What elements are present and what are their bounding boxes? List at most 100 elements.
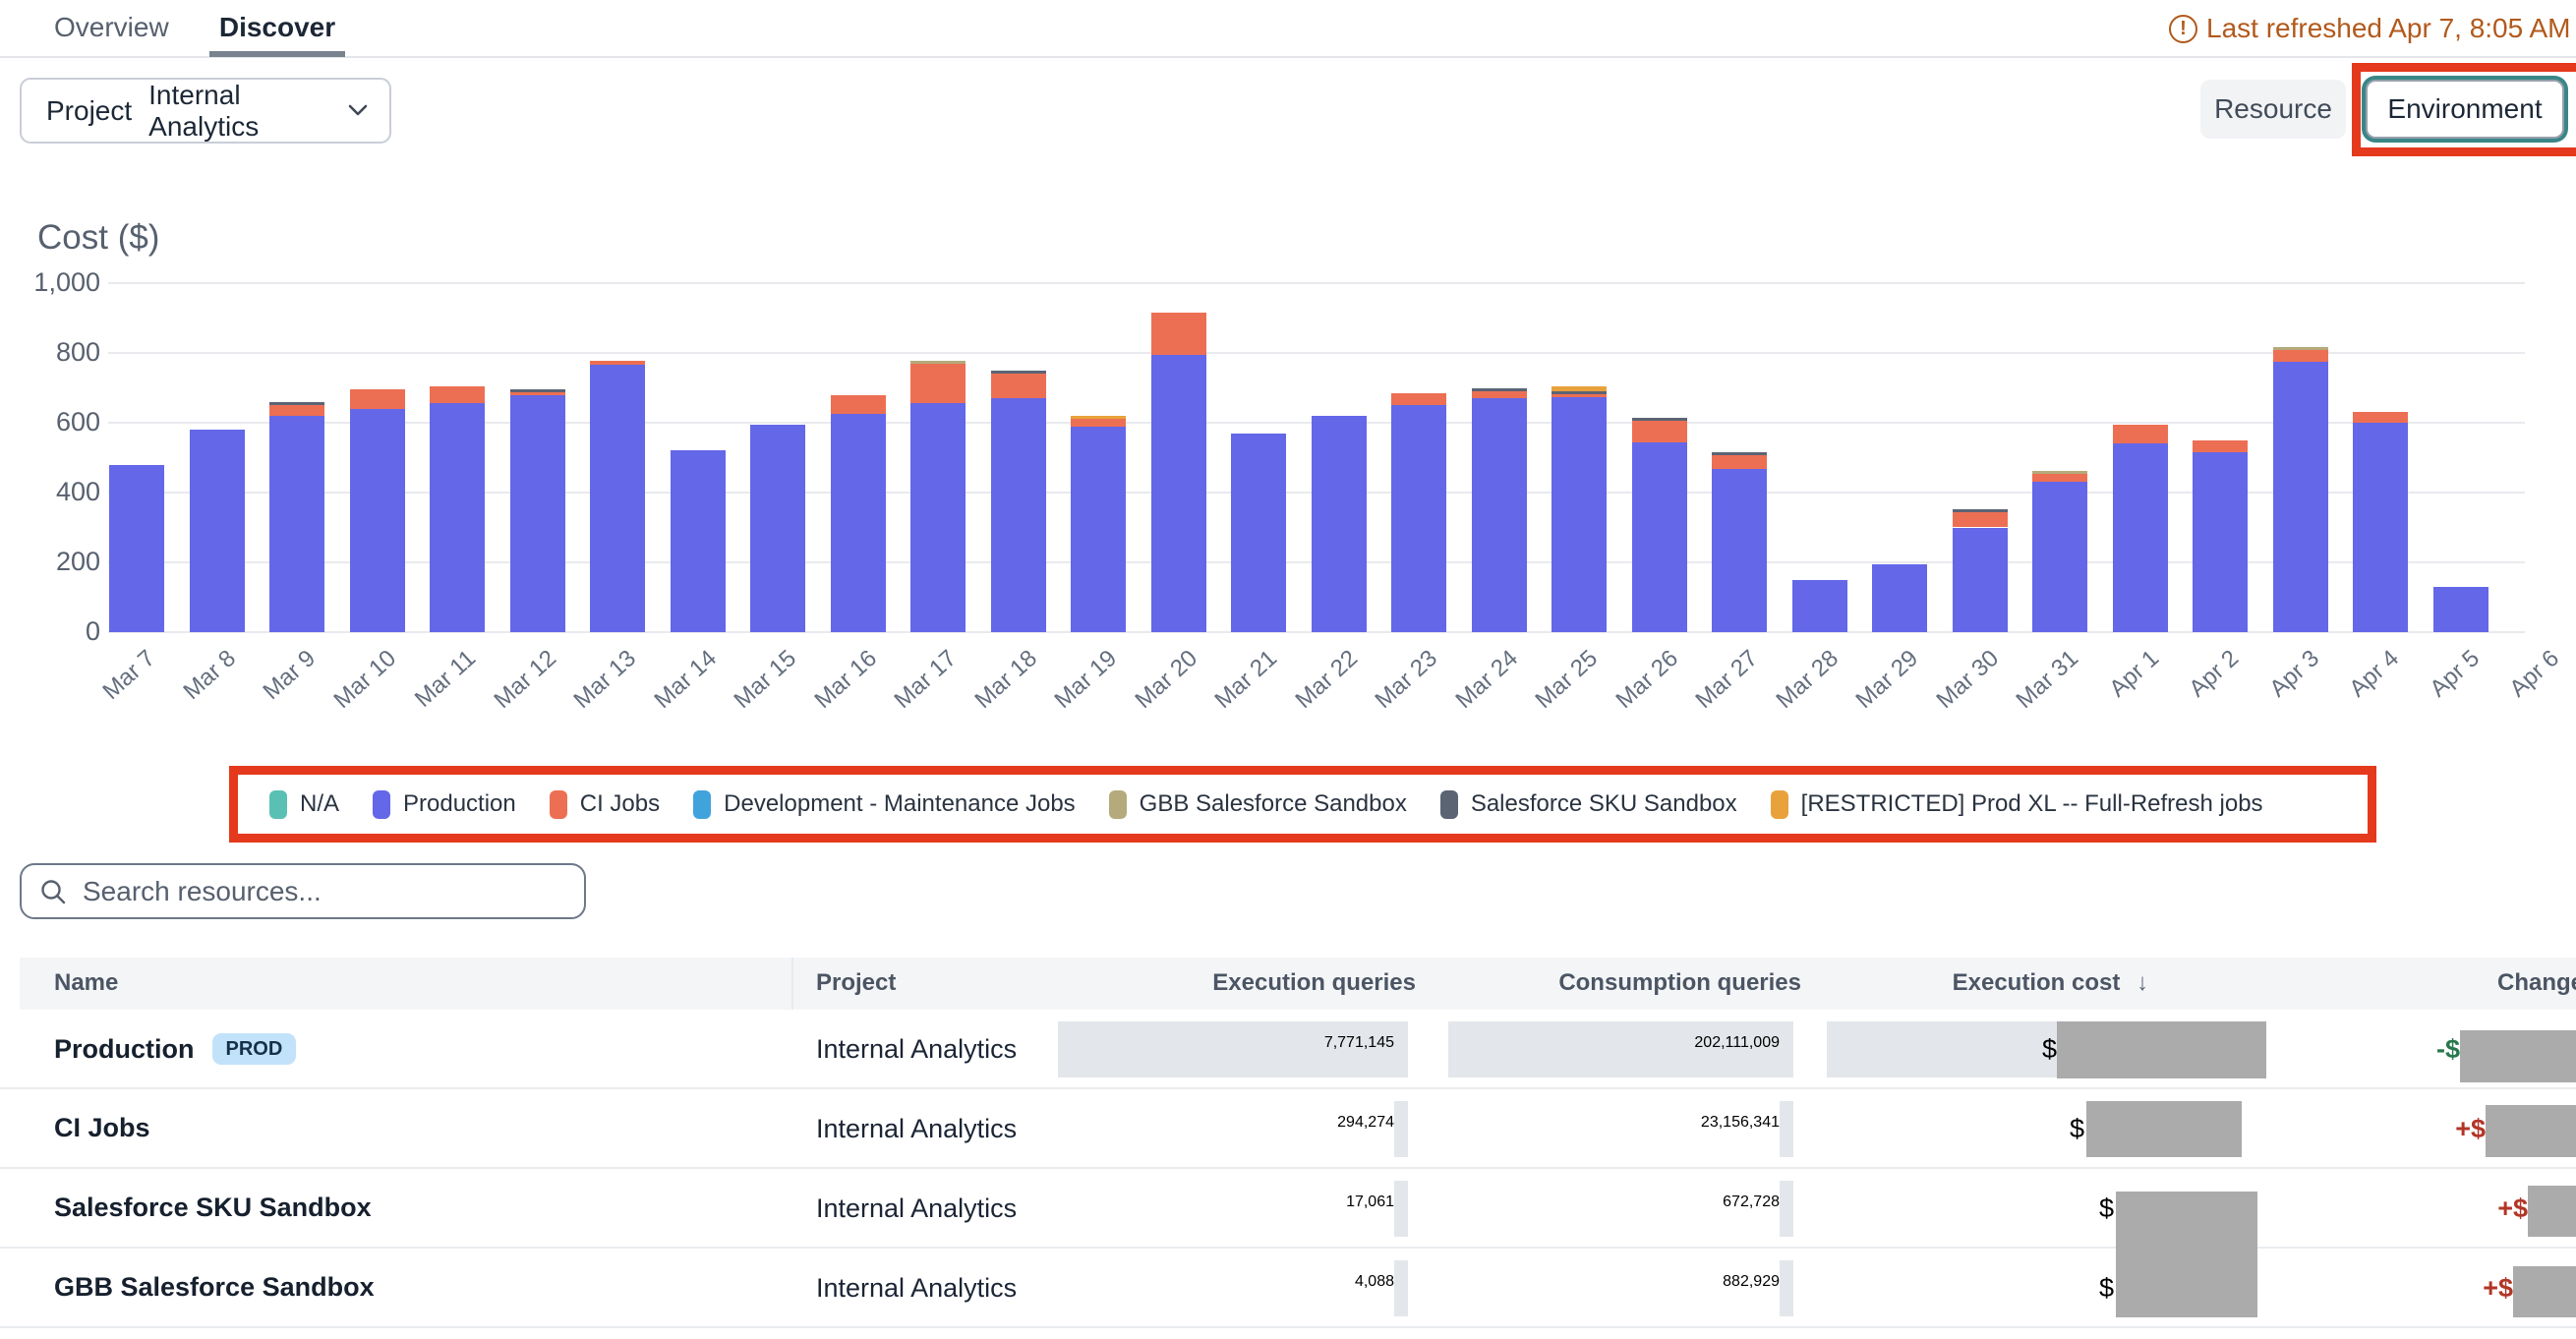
group-by-environment-button[interactable]: Environment bbox=[2366, 80, 2564, 139]
column-header-change[interactable]: Change bbox=[2191, 969, 2576, 997]
x-axis-tick-label: Mar 19 bbox=[1024, 645, 1122, 737]
bar-segment-production bbox=[1953, 528, 2008, 633]
bar-segment-salesforce-sku-sandbox bbox=[510, 389, 565, 392]
change-prefix: +$ bbox=[2434, 1273, 2513, 1304]
x-axis-tick-label: Mar 21 bbox=[1184, 645, 1282, 737]
x-axis-tick-label: Mar 26 bbox=[1585, 645, 1683, 737]
legend-swatch bbox=[1440, 790, 1458, 819]
bar-segment-gbb-salesforce-sandbox bbox=[2032, 471, 2087, 474]
execution-queries-databar bbox=[1394, 1101, 1408, 1157]
x-axis-tick-label: Mar 15 bbox=[703, 645, 801, 737]
bar-segment-production bbox=[1632, 442, 1687, 632]
x-axis-tick-label: Mar 20 bbox=[1104, 645, 1202, 737]
execution-queries-databar bbox=[1394, 1260, 1408, 1316]
legend-item-development-maintenance-jobs[interactable]: Development - Maintenance Jobs bbox=[693, 790, 1076, 819]
execution-cost-prefix: $ bbox=[2055, 1273, 2114, 1304]
bar-segment-production bbox=[590, 365, 645, 632]
bar-segment-ci-jobs bbox=[2193, 440, 2248, 452]
project-filter-dropdown[interactable]: Project Internal Analytics bbox=[20, 78, 391, 144]
table-row-0[interactable]: ProductionPRODInternal Analytics7,771,14… bbox=[0, 1010, 2576, 1089]
resource-name: CI Jobs bbox=[54, 1113, 150, 1143]
bar-segment-ci-jobs bbox=[2353, 412, 2408, 423]
sort-descending-icon: ↓ bbox=[2137, 969, 2148, 996]
bar-segment-production bbox=[1551, 397, 1607, 632]
topbar-divider bbox=[0, 56, 2576, 58]
bar-segment-production bbox=[1312, 416, 1367, 632]
x-axis-tick-label: Mar 16 bbox=[784, 645, 882, 737]
bar-segment-production bbox=[1231, 434, 1286, 632]
table-header: Name Project Execution queries Consumpti… bbox=[20, 958, 2576, 1010]
bar-segment-gbb-salesforce-sandbox bbox=[910, 361, 966, 364]
bar-segment-salesforce-sku-sandbox bbox=[1712, 452, 1767, 455]
bar-segment-production bbox=[750, 425, 805, 632]
legend-item--restricted-prod-xl-full-refresh-jobs[interactable]: [RESTRICTED] Prod XL -- Full-Refresh job… bbox=[1771, 790, 2263, 819]
legend-item-ci-jobs[interactable]: CI Jobs bbox=[550, 790, 660, 819]
legend-item-gbb-salesforce-sandbox[interactable]: GBB Salesforce Sandbox bbox=[1109, 790, 1407, 819]
project-filter-value: Internal Analytics bbox=[148, 80, 348, 143]
change-prefix: +$ bbox=[2407, 1114, 2486, 1144]
legend-item-production[interactable]: Production bbox=[373, 790, 516, 819]
prod-badge: PROD bbox=[212, 1033, 297, 1065]
search-input[interactable] bbox=[83, 876, 566, 907]
bar-segment-ci-jobs bbox=[1712, 455, 1767, 469]
bar-segment-production bbox=[2353, 423, 2408, 632]
bar-segment-ci-jobs bbox=[510, 392, 565, 395]
consumption-queries-databar bbox=[1780, 1181, 1793, 1237]
consumption-queries-cell: 672,728 bbox=[1426, 1193, 1780, 1211]
execution-cost-prefix: $ bbox=[2055, 1193, 2114, 1224]
x-axis-tick-label: Mar 8 bbox=[143, 645, 241, 737]
column-header-project[interactable]: Project bbox=[816, 969, 896, 997]
last-refreshed-status: ! Last refreshed Apr 7, 8:05 AM PDT bbox=[2169, 13, 2576, 44]
x-axis-tick-label: Apr 6 bbox=[2466, 645, 2564, 737]
legend-swatch bbox=[1109, 790, 1127, 819]
bar-segment-ci-jobs bbox=[1391, 393, 1446, 405]
legend-item-n-a[interactable]: N/A bbox=[269, 790, 339, 819]
bar-segment-ci-jobs bbox=[1551, 394, 1607, 397]
bar-segment-production bbox=[2113, 443, 2168, 632]
bar-segment-production bbox=[671, 450, 726, 632]
x-axis-tick-label: Apr 4 bbox=[2306, 645, 2404, 737]
column-header-consumption-queries[interactable]: Consumption queries bbox=[1408, 969, 1801, 997]
project-filter-label: Project bbox=[46, 95, 132, 127]
legend-item-salesforce-sku-sandbox[interactable]: Salesforce SKU Sandbox bbox=[1440, 790, 1737, 819]
bar-segment-salesforce-sku-sandbox bbox=[1632, 418, 1687, 421]
table-row-1[interactable]: CI JobsInternal Analytics294,27423,156,3… bbox=[0, 1089, 2576, 1169]
bar-segment-ci-jobs bbox=[1071, 419, 1126, 427]
bar-segment-ci-jobs bbox=[831, 395, 886, 415]
cost-dashboard: Overview Discover ! Last refreshed Apr 7… bbox=[0, 0, 2576, 1339]
change-prefix: +$ bbox=[2449, 1193, 2528, 1224]
bar-segment-production bbox=[1872, 564, 1927, 632]
x-axis-tick-label: Mar 10 bbox=[303, 645, 401, 737]
tab-overview[interactable]: Overview bbox=[54, 12, 169, 43]
column-header-name[interactable]: Name bbox=[54, 969, 118, 997]
bar-segment-ci-jobs bbox=[1632, 421, 1687, 442]
bar-segment-ci-jobs bbox=[1151, 313, 1206, 355]
redaction-mask-execution-cost bbox=[2086, 1101, 2242, 1157]
bar-segment-production bbox=[1472, 398, 1527, 632]
legend-label: Development - Maintenance Jobs bbox=[724, 790, 1076, 818]
bar-segment-production bbox=[1391, 405, 1446, 632]
consumption-queries-cell: 23,156,341 bbox=[1426, 1114, 1780, 1132]
column-header-execution-cost[interactable]: Execution cost ↓ bbox=[1755, 969, 2148, 997]
project-cell: Internal Analytics bbox=[816, 1273, 1017, 1304]
bar-segment-ci-jobs bbox=[2113, 425, 2168, 444]
bar-segment-salesforce-sku-sandbox bbox=[1551, 391, 1607, 394]
bar-segment-production bbox=[910, 403, 966, 632]
execution-queries-databar bbox=[1394, 1181, 1408, 1237]
change-prefix: -$ bbox=[2381, 1034, 2460, 1065]
column-header-execution-queries[interactable]: Execution queries bbox=[1023, 969, 1416, 997]
x-axis-tick-label: Mar 25 bbox=[1504, 645, 1603, 737]
chart-title: Cost ($) bbox=[37, 218, 159, 258]
search-icon bbox=[39, 878, 67, 905]
project-cell: Internal Analytics bbox=[816, 1114, 1017, 1144]
y-axis-tick-label: 0 bbox=[0, 616, 100, 647]
bar-segment-production bbox=[510, 395, 565, 632]
execution-queries-cell: 4,088 bbox=[1042, 1273, 1394, 1291]
x-axis-tick-label: Mar 18 bbox=[944, 645, 1042, 737]
y-axis-tick-label: 600 bbox=[0, 407, 100, 437]
project-cell: Internal Analytics bbox=[816, 1193, 1017, 1224]
x-axis-tick-label: Mar 24 bbox=[1425, 645, 1523, 737]
bar-segment-production bbox=[2433, 587, 2488, 632]
tab-discover[interactable]: Discover bbox=[209, 12, 345, 43]
group-by-resource-button[interactable]: Resource bbox=[2200, 80, 2346, 139]
